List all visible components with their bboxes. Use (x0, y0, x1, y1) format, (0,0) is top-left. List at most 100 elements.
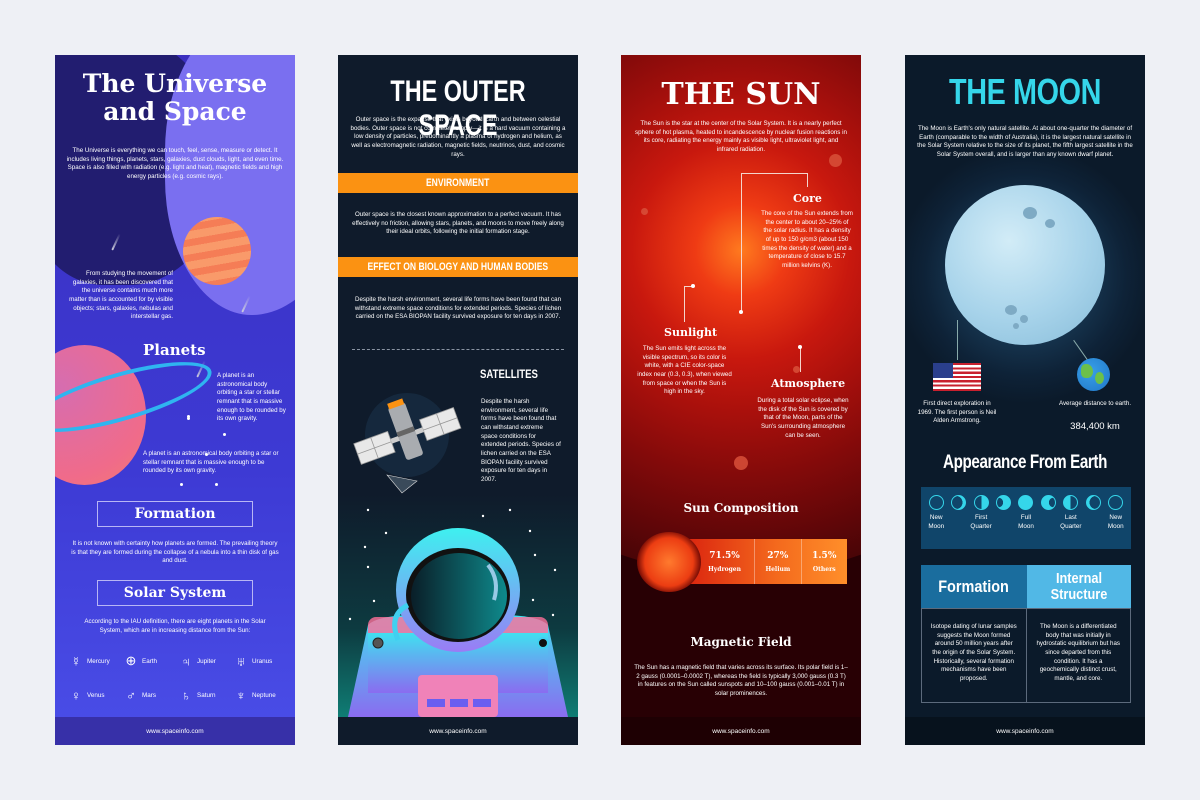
composition-label: Helium (765, 565, 791, 573)
internal-structure-heading: Internal Structure (1050, 569, 1108, 603)
astronaut-illustration (348, 508, 568, 717)
universe-title: The Universe and Space (82, 69, 268, 126)
moon-phase: Last Quarter (1060, 495, 1082, 549)
composition-value: 27% (767, 550, 789, 561)
internal-structure-text: The Moon is a differentiated body that w… (1025, 609, 1131, 702)
planet-item-earth: ⊕ Earth (124, 653, 179, 669)
moon-phase-icon (973, 495, 989, 510)
biology-heading-bar: EFFECT ON BIOLOGY AND HUMAN BODIES (338, 257, 578, 277)
planet-name: Jupiter (197, 657, 216, 665)
moon-phase-icon (1085, 495, 1101, 510)
environment-text: Outer space is the closest known approxi… (352, 211, 564, 236)
core-callout-line (807, 173, 808, 187)
composition-label: Hydrogen (708, 565, 741, 573)
decor-bubble (734, 456, 748, 470)
atmosphere-callout-line (800, 347, 801, 372)
moon-crater (1013, 323, 1019, 329)
core-marker (739, 310, 743, 314)
planet-definition: A planet is an astronomical body orbitin… (217, 372, 286, 423)
footer: www.spaceinfo.com (621, 717, 861, 745)
core-callout-line (741, 173, 742, 313)
sunlight-heading: Sunlight (664, 326, 718, 339)
moon-phase-icon (1063, 495, 1079, 510)
sunlight-callout-line (684, 286, 685, 322)
planet-name: Mercury (87, 657, 110, 665)
moon-illustration (945, 185, 1105, 345)
usa-flag-icon (933, 363, 981, 391)
moon-phase (1083, 495, 1103, 549)
moon-phase: New Moon (926, 495, 946, 549)
footer-url[interactable]: www.spaceinfo.com (712, 728, 769, 735)
planet-symbol-grid: ☿ Mercury ⊕ Earth ♃ Jupiter ♅ Uranus ♀ Venus … (69, 653, 289, 703)
star-icon (223, 433, 226, 436)
footer-url[interactable]: www.spaceinfo.com (429, 728, 486, 735)
outer-space-infographic: THE OUTER SPACE Outer space is the expan… (338, 55, 578, 745)
exploration-text: First direct exploration in 1969. The fi… (917, 400, 997, 425)
moon-phase-label: New Moon (1107, 514, 1124, 530)
planet-name: Earth (142, 657, 158, 665)
universe-infographic: The Universe and Space The Universe is e… (55, 55, 295, 745)
atmosphere-heading: Atmosphere (771, 377, 846, 390)
formation-text: It is not known with certainty how plane… (71, 540, 279, 565)
planet-item-saturn: ♄ Saturn (179, 688, 234, 703)
planet-item-mercury: ☿ Mercury (69, 653, 124, 669)
core-heading: Core (793, 192, 822, 205)
sunlight-text: The Sun emits light across the visible s… (637, 345, 732, 396)
moon-crater (1045, 219, 1055, 228)
composition-helium: 27% Helium (754, 539, 800, 584)
moon-title: THE MOON (949, 71, 1101, 112)
moon-phase (949, 495, 969, 549)
distance-value: 384,400 km (1070, 421, 1120, 432)
formation-tab: Formation (921, 565, 1027, 608)
decor-bubble (641, 208, 648, 215)
earth-globe-icon (1077, 358, 1110, 391)
moon-crater (1023, 207, 1037, 219)
star-icon (180, 483, 183, 486)
moon-phase-icon (996, 495, 1012, 510)
neptune-icon: ♆ (236, 688, 246, 703)
solar-system-heading: Solar System (97, 580, 253, 606)
footer: www.spaceinfo.com (55, 717, 295, 745)
planet-item-neptune: ♆ Neptune (234, 688, 289, 703)
composition-heading: Sun Composition (683, 501, 799, 515)
distance-label: Average distance to earth. (1058, 400, 1132, 407)
planet-item-uranus: ♅ Uranus (234, 653, 289, 669)
decor-bubble (829, 154, 842, 167)
moon-phase: First Quarter (970, 495, 992, 549)
environment-heading: ENVIRONMENT (426, 177, 490, 189)
atmosphere-text: During a total solar eclipse, when the d… (757, 397, 849, 439)
moon-phase: Full Moon (1016, 495, 1036, 549)
earth-icon: ⊕ (125, 653, 137, 668)
magnetic-field-heading: Magnetic Field (690, 635, 792, 649)
moon-phase-label: Full Moon (1018, 514, 1034, 530)
mercury-icon: ☿ (71, 653, 81, 669)
composition-others: 1.5% Others (800, 539, 847, 584)
uranus-icon: ♅ (236, 653, 246, 669)
planet-name: Mars (142, 692, 156, 699)
moon-crater (1005, 305, 1017, 315)
environment-heading-bar: ENVIRONMENT (338, 173, 578, 193)
sunlight-marker (691, 284, 695, 288)
matter-text: From studying the movement of galaxies, … (69, 270, 173, 321)
info-table: Isotope dating of lunar samples suggests… (921, 608, 1131, 703)
orange-planet-illustration (183, 217, 251, 285)
footer-url[interactable]: www.spaceinfo.com (996, 728, 1053, 735)
universe-intro: The Universe is everything we can touch,… (66, 147, 284, 181)
footer-url[interactable]: www.spaceinfo.com (146, 728, 203, 735)
mars-icon: ♂ (126, 688, 136, 703)
core-callout-line (741, 173, 807, 174)
satellites-text: Despite the harsh environment, several l… (481, 398, 561, 484)
sun-title: THE SUN (661, 77, 821, 112)
satellite-illustration (353, 393, 462, 494)
magnetic-field-text: The Sun has a magnetic field that varies… (634, 664, 848, 698)
satellites-heading: SATELLITES (480, 367, 538, 381)
sun-infographic: THE SUN The Sun is the star at the cente… (621, 55, 861, 745)
sun-intro: The Sun is the star at the center of the… (635, 120, 847, 154)
divider (352, 349, 564, 350)
planet-name: Neptune (252, 692, 276, 699)
planet-name: Venus (87, 692, 105, 699)
internal-structure-tab: Internal Structure (1027, 565, 1131, 608)
core-text: The core of the Sun extends from the cen… (761, 210, 853, 270)
biology-text: Despite the harsh environment, several l… (354, 296, 562, 321)
saturn-icon: ♄ (181, 688, 191, 703)
